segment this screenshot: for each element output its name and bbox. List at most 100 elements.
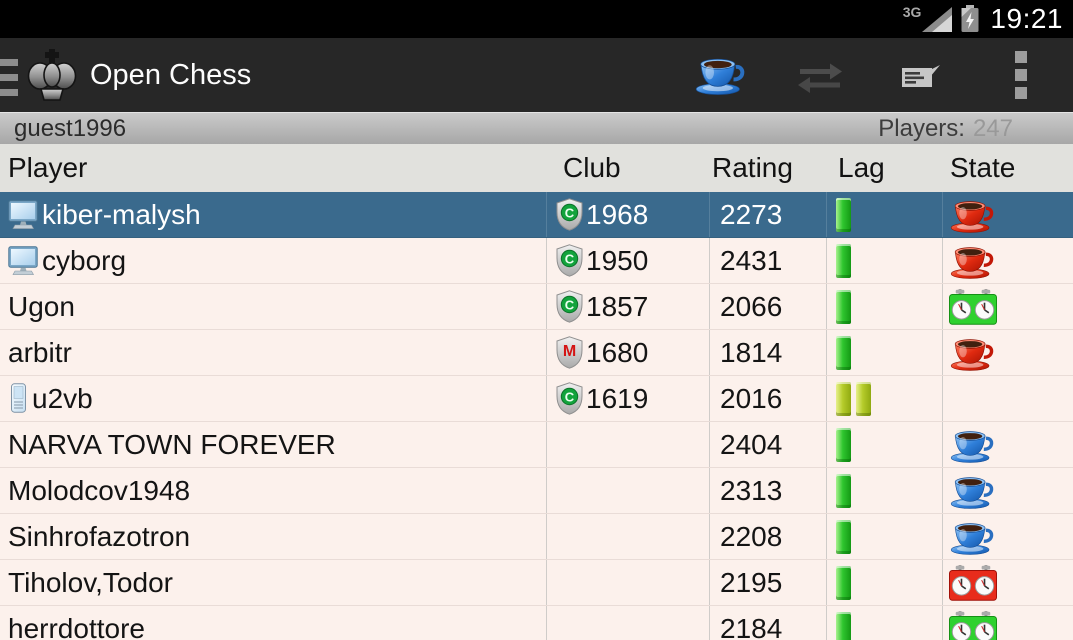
lag-cell: [827, 422, 943, 467]
seek-game-cup-button[interactable]: [694, 53, 746, 101]
club-rating: 1680: [586, 337, 648, 369]
club-rating: 1619: [586, 383, 648, 415]
state-cell: [943, 376, 1073, 421]
lag-bar: [836, 612, 851, 640]
player-cell: u2vb: [0, 376, 547, 421]
menu-icon[interactable]: [0, 59, 18, 96]
player-name: kiber-malysh: [42, 199, 201, 231]
state-cell: [943, 192, 1073, 237]
club-cell: C 1968: [547, 192, 710, 237]
username-label: guest1996: [14, 113, 126, 144]
open-chess-app: 3G 19:21 Open Chess: [0, 0, 1073, 640]
players-count: 247: [973, 115, 1013, 142]
coffee-cup-blue-icon: [694, 53, 746, 96]
lag-bar: [836, 382, 851, 416]
computer-icon: [8, 246, 39, 276]
player-cell: arbitr: [0, 330, 547, 375]
lag-cell: [827, 514, 943, 559]
column-header-state[interactable]: State: [950, 144, 1015, 192]
exchange-arrows-icon: [794, 56, 846, 96]
phone-icon: [8, 383, 29, 414]
lag-bar: [836, 428, 851, 462]
club-rating: 1857: [586, 291, 648, 323]
svg-text:C: C: [565, 389, 575, 404]
player-cell: Ugon: [0, 284, 547, 329]
club-rating: 1968: [586, 199, 648, 231]
coffee-cup-red-icon: [949, 335, 995, 371]
rating-cell: 1814: [710, 330, 827, 375]
session-bar: guest1996 Players: 247: [0, 112, 1073, 144]
chat-button[interactable]: [900, 63, 942, 94]
column-header-rating[interactable]: Rating: [712, 144, 793, 192]
clock-time: 19:21: [990, 3, 1063, 35]
player-name: herrdottore: [8, 613, 145, 640]
rating-value: 2273: [720, 199, 782, 231]
rating-cell: 2273: [710, 192, 827, 237]
lag-cell: [827, 468, 943, 513]
signal-3g-icon: [921, 6, 953, 33]
table-row[interactable]: arbitr M16801814: [0, 330, 1073, 376]
player-name: cyborg: [42, 245, 126, 277]
lag-cell: [827, 238, 943, 283]
player-cell: Tiholov,Todor: [0, 560, 547, 605]
lag-bar: [836, 474, 851, 508]
state-cell: [943, 606, 1073, 640]
player-name: NARVA TOWN FOREVER: [8, 429, 336, 461]
svg-text:C: C: [565, 205, 575, 220]
lag-bar: [836, 336, 851, 370]
chess-clock-red-icon: [949, 565, 997, 601]
rating-cell: 2431: [710, 238, 827, 283]
state-cell: [943, 422, 1073, 467]
table-row[interactable]: kiber-malysh C 1968 2273: [0, 192, 1073, 238]
rating-value: 2208: [720, 521, 782, 553]
players-label: Players:: [878, 115, 965, 142]
rating-cell: 2404: [710, 422, 827, 467]
table-row[interactable]: Ugon C18572066: [0, 284, 1073, 330]
lag-cell: [827, 376, 943, 421]
state-cell: [943, 514, 1073, 559]
rating-value: 2184: [720, 613, 782, 640]
player-name: Sinhrofazotron: [8, 521, 190, 553]
coffee-cup-red-icon: [949, 197, 995, 233]
lag-bar: [836, 290, 851, 324]
rating-value: 2431: [720, 245, 782, 277]
coffee-cup-blue-icon: [949, 427, 995, 463]
app-bar: Open Chess: [0, 38, 1073, 112]
chess-king-icon: [27, 48, 77, 102]
column-header-player[interactable]: Player: [8, 144, 87, 192]
player-cell: Sinhrofazotron: [0, 514, 547, 559]
club-cell: [547, 560, 710, 605]
state-cell: [943, 330, 1073, 375]
rating-cell: 2016: [710, 376, 827, 421]
lag-cell: [827, 560, 943, 605]
chess-clock-green-icon: [949, 611, 997, 640]
table-row[interactable]: cyborg C1950 2431: [0, 238, 1073, 284]
rating-value: 2016: [720, 383, 782, 415]
rating-value: 2313: [720, 475, 782, 507]
overflow-menu-button[interactable]: [1014, 50, 1028, 105]
table-row[interactable]: Sinhrofazotron 2208: [0, 514, 1073, 560]
state-cell: [943, 284, 1073, 329]
rating-cell: 2066: [710, 284, 827, 329]
column-header-club[interactable]: Club: [563, 144, 621, 192]
lag-bar: [836, 566, 851, 600]
table-row[interactable]: NARVA TOWN FOREVER 2404: [0, 422, 1073, 468]
rating-value: 2066: [720, 291, 782, 323]
status-bar: 3G 19:21: [0, 0, 1073, 38]
table-row[interactable]: Tiholov,Todor 2195: [0, 560, 1073, 606]
club-cell: [547, 606, 710, 640]
state-cell: [943, 238, 1073, 283]
table-row[interactable]: u2vb C 1619 2016: [0, 376, 1073, 422]
player-cell: kiber-malysh: [0, 192, 547, 237]
app-title: Open Chess: [90, 38, 251, 112]
chat-icon: [900, 63, 942, 89]
table-row[interactable]: Molodcov1948 2313: [0, 468, 1073, 514]
rating-cell: 2195: [710, 560, 827, 605]
table-header: Player Club Rating Lag State: [0, 144, 1073, 192]
rating-cell: 2184: [710, 606, 827, 640]
club-cell: C1950: [547, 238, 710, 283]
column-header-lag[interactable]: Lag: [838, 144, 885, 192]
exchange-arrows-button[interactable]: [794, 56, 846, 101]
player-name: Molodcov1948: [8, 475, 190, 507]
table-row[interactable]: herrdottore 2184: [0, 606, 1073, 640]
